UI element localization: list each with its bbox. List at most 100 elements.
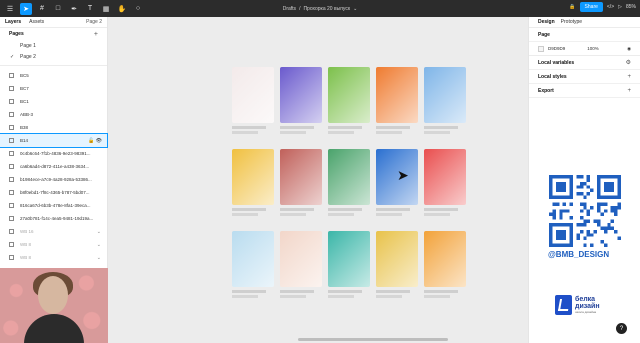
breadcrumb-separator: /: [299, 5, 301, 12]
tab-layers[interactable]: Layers: [5, 19, 21, 25]
play-icon[interactable]: ▷: [618, 4, 622, 10]
layer-row[interactable]: 0c4b6c64-7f1b-4836-9e23-98391...: [0, 147, 107, 160]
card-image: [424, 149, 466, 205]
export-section[interactable]: Export +: [529, 84, 640, 98]
layer-row[interactable]: В14 🔓 👁: [0, 133, 108, 148]
panel-divider: [0, 65, 107, 66]
help-button[interactable]: ?: [616, 323, 627, 334]
card-image: [424, 67, 466, 123]
card-caption-line: [280, 208, 314, 211]
product-card-frame[interactable]: [232, 149, 274, 219]
zoom-level[interactable]: 85%: [626, 4, 636, 10]
local-variables-section[interactable]: Local variables ⚙: [529, 56, 640, 70]
layer-row[interactable]: b8f0ebd1-7f8c-4365-b787-5bd07...: [0, 186, 107, 199]
file-name[interactable]: Прохорка 20 выпуск: [303, 6, 350, 12]
share-button[interactable]: Share: [579, 2, 603, 12]
pages-title: Pages: [9, 31, 24, 37]
frame-tool-icon[interactable]: #: [36, 3, 48, 15]
layer-row[interactable]: WB 8 ⌄: [0, 251, 107, 264]
card-caption-line: [328, 208, 362, 211]
product-card-frame[interactable]: [232, 231, 274, 301]
dev-mode-toggle[interactable]: </>: [607, 4, 614, 10]
card-image: [280, 149, 322, 205]
toolbar-right: 🔒 Share </> ▷ 85%: [569, 2, 636, 12]
checkmark-icon: ✓: [10, 53, 15, 60]
frame-icon: [9, 190, 14, 195]
tab-design[interactable]: Design: [538, 19, 555, 25]
product-card-frame[interactable]: [424, 149, 466, 219]
card-caption-line: [280, 290, 314, 293]
top-toolbar: ☰ ➤ # □ ✒ T ▦ ✋ ○ Drafts / Прохорка 20 в…: [0, 0, 640, 17]
product-card-frame[interactable]: [328, 149, 370, 219]
lock-icon[interactable]: 🔒: [569, 4, 575, 10]
resources-icon[interactable]: ▦: [100, 3, 112, 15]
layer-label: BC1: [20, 99, 29, 104]
product-card-frame[interactable]: [376, 67, 418, 137]
card-caption-line: [328, 131, 354, 134]
breadcrumb-folder[interactable]: Drafts: [283, 6, 296, 12]
page-dropdown[interactable]: Page 2: [86, 19, 102, 25]
chevron-down-icon[interactable]: ⌄: [97, 255, 101, 261]
layer-row[interactable]: 27a0b781-f14c-4ea5-9481-19d19a...: [0, 212, 107, 225]
layer-row[interactable]: В38: [0, 121, 107, 134]
layer-row[interactable]: ca6b6ad4-d872-411e-a438-3634...: [0, 160, 107, 173]
page-color-opacity[interactable]: 100%: [587, 46, 599, 51]
page-item[interactable]: Page 1: [0, 40, 107, 51]
color-swatch[interactable]: [538, 45, 544, 52]
comment-tool-icon[interactable]: ○: [132, 3, 144, 15]
page-item-current[interactable]: ✓ Page 2: [0, 51, 107, 62]
card-image: [376, 231, 418, 287]
frame-icon: [9, 177, 14, 182]
product-card-frame[interactable]: [328, 67, 370, 137]
local-styles-section[interactable]: Local styles +: [529, 70, 640, 84]
lock-visibility-icon[interactable]: 🔓 👁: [88, 138, 102, 144]
layer-row[interactable]: BC7: [0, 82, 107, 95]
layer-row[interactable]: АВВ-3: [0, 108, 107, 121]
chevron-down-icon[interactable]: ⌄: [97, 242, 101, 248]
add-page-icon[interactable]: +: [94, 31, 98, 38]
product-card-frame[interactable]: [424, 231, 466, 301]
eye-icon[interactable]: ◉: [627, 46, 631, 52]
tab-assets[interactable]: Assets: [29, 19, 44, 25]
figma-menu-icon[interactable]: ☰: [4, 3, 16, 15]
chevron-down-icon[interactable]: ⌄: [353, 6, 357, 12]
shape-tool-icon[interactable]: □: [52, 3, 64, 15]
layer-label: b1984ece-a7c9-4a28-928a-53386...: [20, 177, 92, 182]
sliders-icon[interactable]: ⚙: [626, 59, 631, 66]
product-card-frame[interactable]: [280, 149, 322, 219]
product-card-frame[interactable]: [424, 67, 466, 137]
pen-tool-icon[interactable]: ✒: [68, 3, 80, 15]
chevron-down-icon[interactable]: ⌄: [97, 229, 101, 235]
layer-row[interactable]: BC1: [0, 95, 107, 108]
layer-row[interactable]: b1984ece-a7c9-4a28-928a-53386...: [0, 173, 107, 186]
layer-label: В14: [20, 138, 29, 143]
layer-label: WB 16: [20, 229, 34, 234]
hand-tool-icon[interactable]: ✋: [116, 3, 128, 15]
product-card-frame[interactable]: [328, 231, 370, 301]
product-card-frame[interactable]: [232, 67, 274, 137]
layer-row[interactable]: WB 16 ⌄: [0, 225, 107, 238]
layer-row[interactable]: BC5: [0, 69, 107, 82]
page-item-label: Page 1: [20, 42, 36, 49]
text-tool-icon[interactable]: T: [84, 3, 96, 15]
card-image: [280, 231, 322, 287]
product-card-frame[interactable]: [376, 149, 418, 219]
layer-row[interactable]: 816ca67d-6b3b-478e-8fa1-39eca...: [0, 199, 107, 212]
layer-row[interactable]: WB 8 ⌄: [0, 238, 107, 251]
canvas[interactable]: ➤: [108, 17, 528, 343]
product-card-frame[interactable]: [376, 231, 418, 301]
product-card-frame[interactable]: [280, 231, 322, 301]
left-panel-tabs: Layers Assets Page 2: [0, 17, 107, 28]
card-caption-line: [424, 126, 458, 129]
product-card-frame[interactable]: [280, 67, 322, 137]
horizontal-scrollbar[interactable]: [298, 338, 448, 341]
page-color-hex[interactable]: D9D9D9: [548, 46, 565, 51]
page-color-row[interactable]: D9D9D9 100% ◉: [529, 42, 640, 56]
add-style-icon[interactable]: +: [627, 74, 631, 80]
frame-icon: [9, 216, 14, 221]
move-tool-icon[interactable]: ➤: [20, 2, 32, 15]
logo-subtitle: школа дизайна: [575, 310, 597, 314]
tab-prototype[interactable]: Prototype: [561, 19, 582, 25]
card-caption-line: [376, 126, 410, 129]
add-export-icon[interactable]: +: [627, 88, 631, 94]
